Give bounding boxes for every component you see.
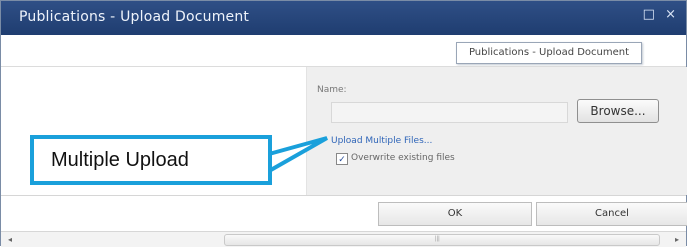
scroll-right-icon[interactable]: ▸ (670, 232, 684, 247)
overwrite-label: Overwrite existing files (351, 153, 455, 163)
scroll-left-icon[interactable]: ◂ (3, 232, 17, 247)
upload-dialog-window: Publications - Upload Document □ × Publi… (0, 0, 687, 247)
divider (1, 195, 686, 196)
upload-multiple-files-link[interactable]: Upload Multiple Files... (331, 136, 432, 146)
cancel-button[interactable]: Cancel (536, 202, 687, 226)
annotation-callout: Multiple Upload (30, 135, 272, 185)
overwrite-checkbox[interactable]: ✓ (336, 153, 348, 165)
horizontal-scrollbar[interactable]: ◂ ||| ▸ (1, 231, 686, 247)
ok-button[interactable]: OK (378, 202, 532, 226)
grip-icon: ||| (435, 236, 440, 242)
scrollbar-thumb[interactable]: ||| (224, 234, 660, 246)
